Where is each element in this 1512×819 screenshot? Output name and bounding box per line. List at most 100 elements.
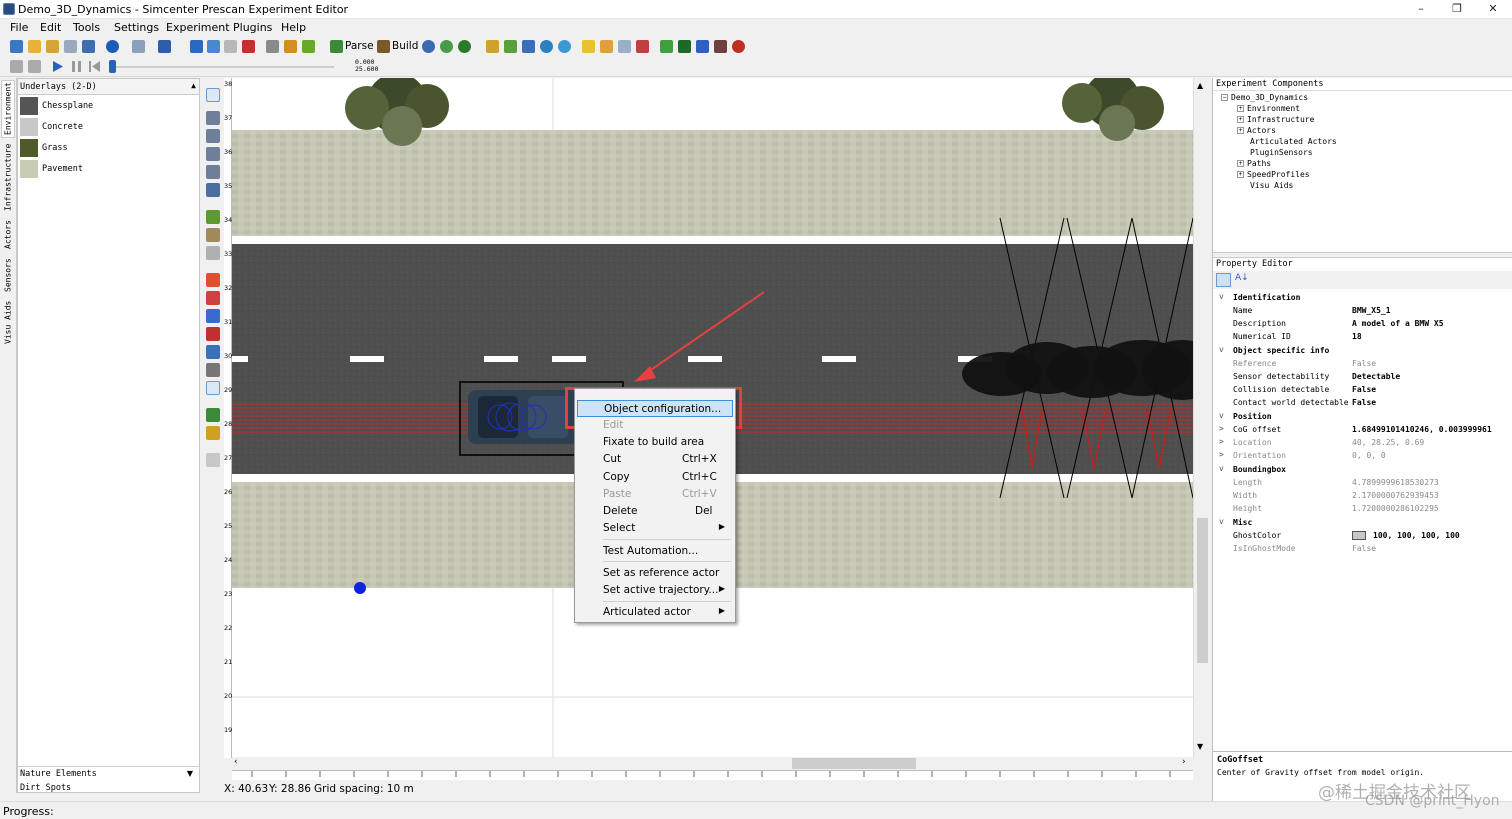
menu-item-test-automation[interactable]: Test Automation... [577, 543, 733, 560]
tree-item-plugin-sensors[interactable]: PluginSensors [1250, 148, 1313, 157]
prop-value[interactable]: False [1352, 398, 1376, 407]
close-button[interactable]: ✕ [1478, 1, 1508, 17]
sort-alpha-icon[interactable]: A↓ [1235, 273, 1249, 283]
prop-row[interactable]: > Location 40, 28.25, 0.69 [1217, 436, 1512, 449]
path-point[interactable] [354, 582, 366, 594]
trajectory-icon[interactable] [206, 381, 220, 395]
category-identification[interactable]: v Identification [1217, 291, 1512, 304]
menu-file[interactable]: File [10, 21, 28, 34]
horizontal-scroll-thumb[interactable] [792, 758, 916, 769]
globe-icon[interactable] [422, 40, 435, 53]
expand-icon[interactable]: + [1237, 171, 1244, 178]
chevron-down-icon[interactable]: v [1219, 517, 1224, 526]
vertical-scrollbar[interactable]: ▲ ▼ [1193, 78, 1210, 758]
ruler-icon[interactable] [486, 40, 499, 53]
menu-item-fixate[interactable]: Fixate to build area [577, 434, 733, 451]
prop-row[interactable]: Height 1.7200000286102295 [1217, 502, 1512, 515]
chart-icon[interactable] [636, 40, 649, 53]
prop-value[interactable]: 18 [1352, 332, 1362, 341]
scroll-right-icon[interactable]: › [1182, 757, 1186, 767]
help-icon[interactable] [106, 40, 119, 53]
prop-row[interactable]: > CoG offset 1.68499101410246, 0.003999961 [1217, 423, 1512, 436]
prop-value[interactable]: 1.68499101410246, 0.003999961 [1352, 425, 1492, 434]
table-icon[interactable] [522, 40, 535, 53]
star-icon[interactable] [582, 40, 595, 53]
camera-sensor-icon[interactable] [206, 273, 220, 287]
open-folder-icon[interactable] [28, 40, 41, 53]
menu-edit[interactable]: Edit [40, 21, 61, 34]
expand-icon[interactable]: + [1237, 116, 1244, 123]
minimize-button[interactable]: – [1406, 1, 1436, 17]
prop-value[interactable]: Detectable [1352, 372, 1400, 381]
zoom-in-icon[interactable] [206, 111, 220, 125]
menu-item-cut[interactable]: Cut Ctrl+X [577, 451, 733, 468]
camera-icon[interactable] [540, 40, 553, 53]
draw-path-icon[interactable] [206, 210, 220, 224]
prop-value[interactable]: False [1352, 385, 1376, 394]
menu-settings[interactable]: Settings [114, 21, 159, 34]
tree-item-visu-aids[interactable]: Visu Aids [1250, 181, 1293, 190]
prop-row[interactable]: Sensor detectability Detectable [1217, 370, 1512, 383]
redo-icon[interactable] [158, 40, 171, 53]
collapse-icon[interactable]: − [1221, 94, 1228, 101]
sign-icon[interactable] [206, 426, 220, 440]
library-item-grass[interactable]: Grass [20, 139, 190, 159]
prop-row[interactable]: Description A model of a BMW X5 [1217, 317, 1512, 330]
prop-row[interactable]: > Orientation 0, 0, 0 [1217, 449, 1512, 462]
prop-row[interactable]: Width 2.1700000762939453 [1217, 489, 1512, 502]
menu-item-select[interactable]: Select ▶ [577, 520, 733, 537]
category-boundingbox[interactable]: v Boundingbox [1217, 463, 1512, 476]
tree-item-articulated-actors[interactable]: Articulated Actors [1250, 137, 1337, 146]
parse-icon[interactable] [330, 40, 343, 53]
tab-infrastructure[interactable]: Infrastructure [1, 140, 15, 215]
chevron-down-icon[interactable]: v [1219, 464, 1224, 473]
zoom-fit-icon[interactable] [206, 165, 220, 179]
screens-icon[interactable] [696, 40, 709, 53]
menu-item-object-configuration[interactable]: Object configuration... [577, 400, 733, 417]
grid-icon[interactable] [266, 40, 279, 53]
expand-icon[interactable]: ▼ [187, 769, 193, 778]
world-run-icon[interactable] [440, 40, 453, 53]
dirt-spots-item[interactable]: Dirt Spots [20, 783, 71, 793]
pause-icon[interactable] [70, 60, 83, 73]
tree-root[interactable]: − Demo_3D_Dynamics [1221, 93, 1308, 102]
curve-icon[interactable] [206, 228, 220, 242]
tab-actors[interactable]: Actors [1, 217, 15, 253]
person-icon[interactable] [206, 408, 220, 422]
signal-icon[interactable] [660, 40, 673, 53]
globe-tool-icon[interactable] [206, 345, 220, 359]
menu-item-paste[interactable]: Paste Ctrl+V [577, 486, 733, 503]
menu-tools[interactable]: Tools [73, 21, 100, 34]
menu-item-set-active-trajectory[interactable]: Set active trajectory... ▶ [577, 582, 733, 599]
menu-item-delete[interactable]: Delete Del [577, 503, 733, 520]
menu-help[interactable]: Help [281, 21, 306, 34]
build-icon[interactable] [377, 40, 390, 53]
chevron-down-icon[interactable]: v [1219, 345, 1224, 354]
lidar-sensor-icon[interactable] [206, 309, 220, 323]
expand-icon[interactable]: + [1237, 127, 1244, 134]
prop-row[interactable]: IsInGhostMode False [1217, 542, 1512, 555]
vehicle-icon[interactable] [714, 40, 727, 53]
prop-row[interactable]: Length 4.7899999618530273 [1217, 476, 1512, 489]
weather-icon[interactable] [618, 40, 631, 53]
ultrasonic-icon[interactable] [206, 327, 220, 341]
prop-row[interactable]: Collision detectable False [1217, 383, 1512, 396]
delete-icon[interactable] [242, 40, 255, 53]
menu-item-copy[interactable]: Copy Ctrl+C [577, 469, 733, 486]
pencil-icon[interactable] [302, 40, 315, 53]
tree-item-actors[interactable]: + Actors [1237, 126, 1276, 135]
timeline-slider[interactable] [109, 60, 116, 73]
tree-item-paths[interactable]: + Paths [1237, 159, 1271, 168]
open-recent-icon[interactable] [46, 40, 59, 53]
menu-experiment[interactable]: Experiment [166, 21, 230, 34]
prop-row[interactable]: GhostColor 100, 100, 100, 100 [1217, 529, 1512, 542]
new-file-icon[interactable] [10, 40, 23, 53]
wrench-icon[interactable] [206, 453, 220, 467]
category-position[interactable]: v Position [1217, 410, 1512, 423]
rewind-icon[interactable] [88, 60, 101, 73]
chevron-right-icon[interactable]: > [1219, 450, 1224, 459]
record-icon[interactable] [10, 60, 23, 73]
bug-icon[interactable] [732, 40, 745, 53]
vertical-scroll-thumb[interactable] [1197, 518, 1208, 663]
stop-record-icon[interactable] [28, 60, 41, 73]
